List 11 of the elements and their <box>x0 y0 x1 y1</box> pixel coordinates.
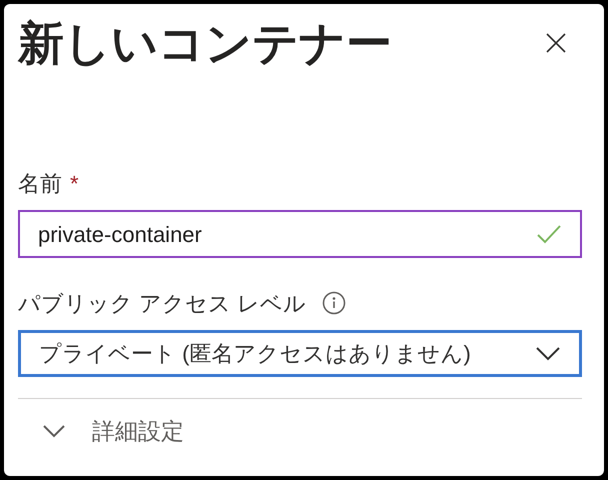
advanced-settings-expander[interactable]: 詳細設定 <box>18 399 590 463</box>
close-icon <box>545 32 567 54</box>
required-mark: * <box>70 170 79 198</box>
access-level-dropdown[interactable]: プライベート (匿名アクセスはありません) <box>18 330 582 377</box>
chevron-down-icon <box>42 424 66 438</box>
panel-title: 新しいコンテナー <box>18 20 392 66</box>
field-label: 名前 <box>18 170 62 198</box>
chevron-down-icon <box>535 346 561 362</box>
field-label: パブリック アクセス レベル <box>18 290 306 318</box>
name-input[interactable]: private-container <box>18 210 582 258</box>
info-icon[interactable] <box>322 291 346 315</box>
